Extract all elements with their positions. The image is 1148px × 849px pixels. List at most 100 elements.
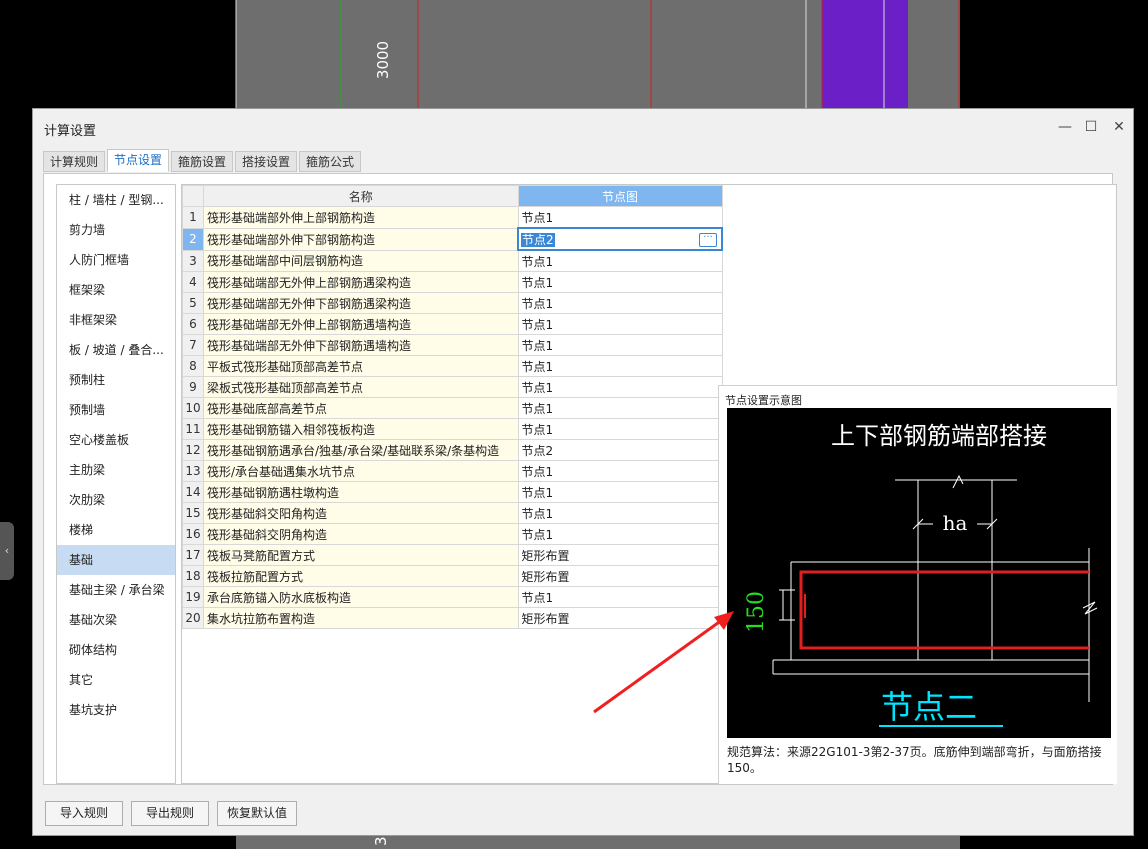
tab-calc-rules[interactable]: 计算规则 (43, 151, 105, 172)
row-node[interactable]: 节点2 (517, 439, 723, 461)
row-name[interactable]: 筏形基础斜交阴角构造 (203, 523, 519, 545)
row-index[interactable]: 17 (182, 544, 204, 566)
collapse-panel-handle[interactable]: ‹ (0, 522, 14, 580)
table-row[interactable]: 3 筏形基础端部中间层钢筋构造 节点1 (182, 249, 723, 272)
row-name[interactable]: 筏形基础端部无外伸上部钢筋遇梁构造 (203, 271, 519, 293)
row-node[interactable]: 矩形布置 (517, 544, 723, 566)
row-name[interactable]: 集水坑拉筋布置构造 (203, 607, 519, 629)
row-node[interactable]: 矩形布置 (517, 607, 723, 629)
close-button[interactable]: ✕ (1109, 117, 1129, 137)
table-row[interactable]: 13 筏形/承台基础遇集水坑节点 节点1 (182, 460, 723, 482)
tab-node-settings[interactable]: 节点设置 (107, 149, 169, 172)
export-rules-button[interactable]: 导出规则 (131, 801, 209, 826)
row-name[interactable]: 梁板式筏形基础顶部高差节点 (203, 376, 519, 398)
table-row[interactable]: 12 筏形基础钢筋遇承台/独基/承台梁/基础联系梁/条基构造 节点2 (182, 439, 723, 461)
row-node[interactable]: 节点1 (517, 313, 723, 335)
row-index[interactable]: 11 (182, 418, 204, 440)
table-row[interactable]: 5 筏形基础端部无外伸下部钢筋遇梁构造 节点1 (182, 292, 723, 314)
row-node[interactable]: 节点1 (517, 206, 723, 229)
tab-lap-settings[interactable]: 搭接设置 (235, 151, 297, 172)
row-node[interactable]: 节点1 (517, 418, 723, 440)
row-node[interactable]: 节点1 (517, 397, 723, 419)
table-row[interactable]: 10 筏形基础底部高差节点 节点1 (182, 397, 723, 419)
row-name[interactable]: 筏板拉筋配置方式 (203, 565, 519, 587)
row-index[interactable]: 7 (182, 334, 204, 356)
row-node[interactable]: 矩形布置 (517, 565, 723, 587)
row-index[interactable]: 16 (182, 523, 204, 545)
row-name[interactable]: 筏形/承台基础遇集水坑节点 (203, 460, 519, 482)
sidebar-item[interactable]: 空心楼盖板 (57, 425, 175, 455)
sidebar-item[interactable]: 预制墙 (57, 395, 175, 425)
table-row[interactable]: 9 梁板式筏形基础顶部高差节点 节点1 (182, 376, 723, 398)
header-name[interactable]: 名称 (203, 185, 519, 207)
row-index[interactable]: 2 (182, 227, 204, 251)
sidebar-item[interactable]: 人防门框墙 (57, 245, 175, 275)
table-row[interactable]: 4 筏形基础端部无外伸上部钢筋遇梁构造 节点1 (182, 271, 723, 293)
sidebar-item[interactable]: 楼梯 (57, 515, 175, 545)
table-row[interactable]: 15 筏形基础斜交阳角构造 节点1 (182, 502, 723, 524)
row-index[interactable]: 13 (182, 460, 204, 482)
row-node[interactable]: 节点1 (517, 376, 723, 398)
table-row[interactable]: 7 筏形基础端部无外伸下部钢筋遇墙构造 节点1 (182, 334, 723, 356)
sidebar-item[interactable]: 框架梁 (57, 275, 175, 305)
sidebar-item[interactable]: 板 / 坡道 / 叠合... (57, 335, 175, 365)
sidebar-item[interactable]: 基础 (57, 545, 175, 575)
row-name[interactable]: 筏形基础端部中间层钢筋构造 (203, 249, 519, 272)
minimize-button[interactable]: — (1055, 117, 1075, 137)
row-index[interactable]: 8 (182, 355, 204, 377)
row-index[interactable]: 9 (182, 376, 204, 398)
row-name[interactable]: 筏板马凳筋配置方式 (203, 544, 519, 566)
row-index[interactable]: 14 (182, 481, 204, 503)
row-index[interactable]: 12 (182, 439, 204, 461)
row-node[interactable]: 节点1 (517, 523, 723, 545)
table-row[interactable]: 11 筏形基础钢筋锚入相邻筏板构造 节点1 (182, 418, 723, 440)
maximize-button[interactable]: ☐ (1081, 117, 1101, 137)
table-row[interactable]: 19 承台底筋锚入防水底板构造 节点1 (182, 586, 723, 608)
row-node[interactable]: 节点1 (517, 460, 723, 482)
sidebar-item[interactable]: 基础主梁 / 承台梁 (57, 575, 175, 605)
row-index[interactable]: 5 (182, 292, 204, 314)
row-node[interactable]: 节点1 (517, 355, 723, 377)
row-name[interactable]: 筏形基础钢筋锚入相邻筏板构造 (203, 418, 519, 440)
row-name[interactable]: 筏形基础端部无外伸下部钢筋遇墙构造 (203, 334, 519, 356)
table-row[interactable]: 14 筏形基础钢筋遇柱墩构造 节点1 (182, 481, 723, 503)
row-node[interactable]: 节点1 (517, 502, 723, 524)
table-row[interactable]: 8 平板式筏形基础顶部高差节点 节点1 (182, 355, 723, 377)
tab-stirrup-formula[interactable]: 箍筋公式 (299, 151, 361, 172)
row-index[interactable]: 15 (182, 502, 204, 524)
row-node[interactable]: 节点1 (517, 334, 723, 356)
row-name[interactable]: 承台底筋锚入防水底板构造 (203, 586, 519, 608)
row-node[interactable]: 节点1 (517, 271, 723, 293)
row-index[interactable]: 19 (182, 586, 204, 608)
row-name[interactable]: 筏形基础端部无外伸下部钢筋遇梁构造 (203, 292, 519, 314)
row-name[interactable]: 平板式筏形基础顶部高差节点 (203, 355, 519, 377)
row-index[interactable]: 6 (182, 313, 204, 335)
row-name[interactable]: 筏形基础端部外伸下部钢筋构造 (203, 227, 519, 251)
row-name[interactable]: 筏形基础钢筋遇承台/独基/承台梁/基础联系梁/条基构造 (203, 439, 519, 461)
sidebar-item[interactable]: 剪力墙 (57, 215, 175, 245)
node-edit-value[interactable]: 节点2 (521, 232, 555, 247)
row-index[interactable]: 20 (182, 607, 204, 629)
table-row[interactable]: 18 筏板拉筋配置方式 矩形布置 (182, 565, 723, 587)
row-node[interactable]: 节点1 (517, 586, 723, 608)
row-name[interactable]: 筏形基础端部无外伸上部钢筋遇墙构造 (203, 313, 519, 335)
header-node[interactable]: 节点图 (517, 185, 723, 207)
tab-stirrup-settings[interactable]: 箍筋设置 (171, 151, 233, 172)
import-rules-button[interactable]: 导入规则 (45, 801, 123, 826)
table-row[interactable]: 16 筏形基础斜交阴角构造 节点1 (182, 523, 723, 545)
sidebar-item[interactable]: 柱 / 墙柱 / 型钢... (57, 185, 175, 215)
table-row[interactable]: 2 筏形基础端部外伸下部钢筋构造 ··· 节点2 (182, 227, 723, 251)
sidebar-item[interactable]: 基础次梁 (57, 605, 175, 635)
sidebar-item[interactable]: 砌体结构 (57, 635, 175, 665)
sidebar-item[interactable]: 非框架梁 (57, 305, 175, 335)
table-row[interactable]: 6 筏形基础端部无外伸上部钢筋遇墙构造 节点1 (182, 313, 723, 335)
more-options-icon[interactable]: ··· (699, 232, 717, 247)
row-index[interactable]: 10 (182, 397, 204, 419)
row-name[interactable]: 筏形基础端部外伸上部钢筋构造 (203, 206, 519, 229)
table-row[interactable]: 20 集水坑拉筋布置构造 矩形布置 (182, 607, 723, 629)
row-node[interactable]: 节点1 (517, 249, 723, 272)
row-name[interactable]: 筏形基础斜交阳角构造 (203, 502, 519, 524)
sidebar-item[interactable]: 基坑支护 (57, 695, 175, 725)
row-node[interactable]: ··· 节点2 (517, 227, 723, 251)
sidebar-item[interactable]: 主肋梁 (57, 455, 175, 485)
